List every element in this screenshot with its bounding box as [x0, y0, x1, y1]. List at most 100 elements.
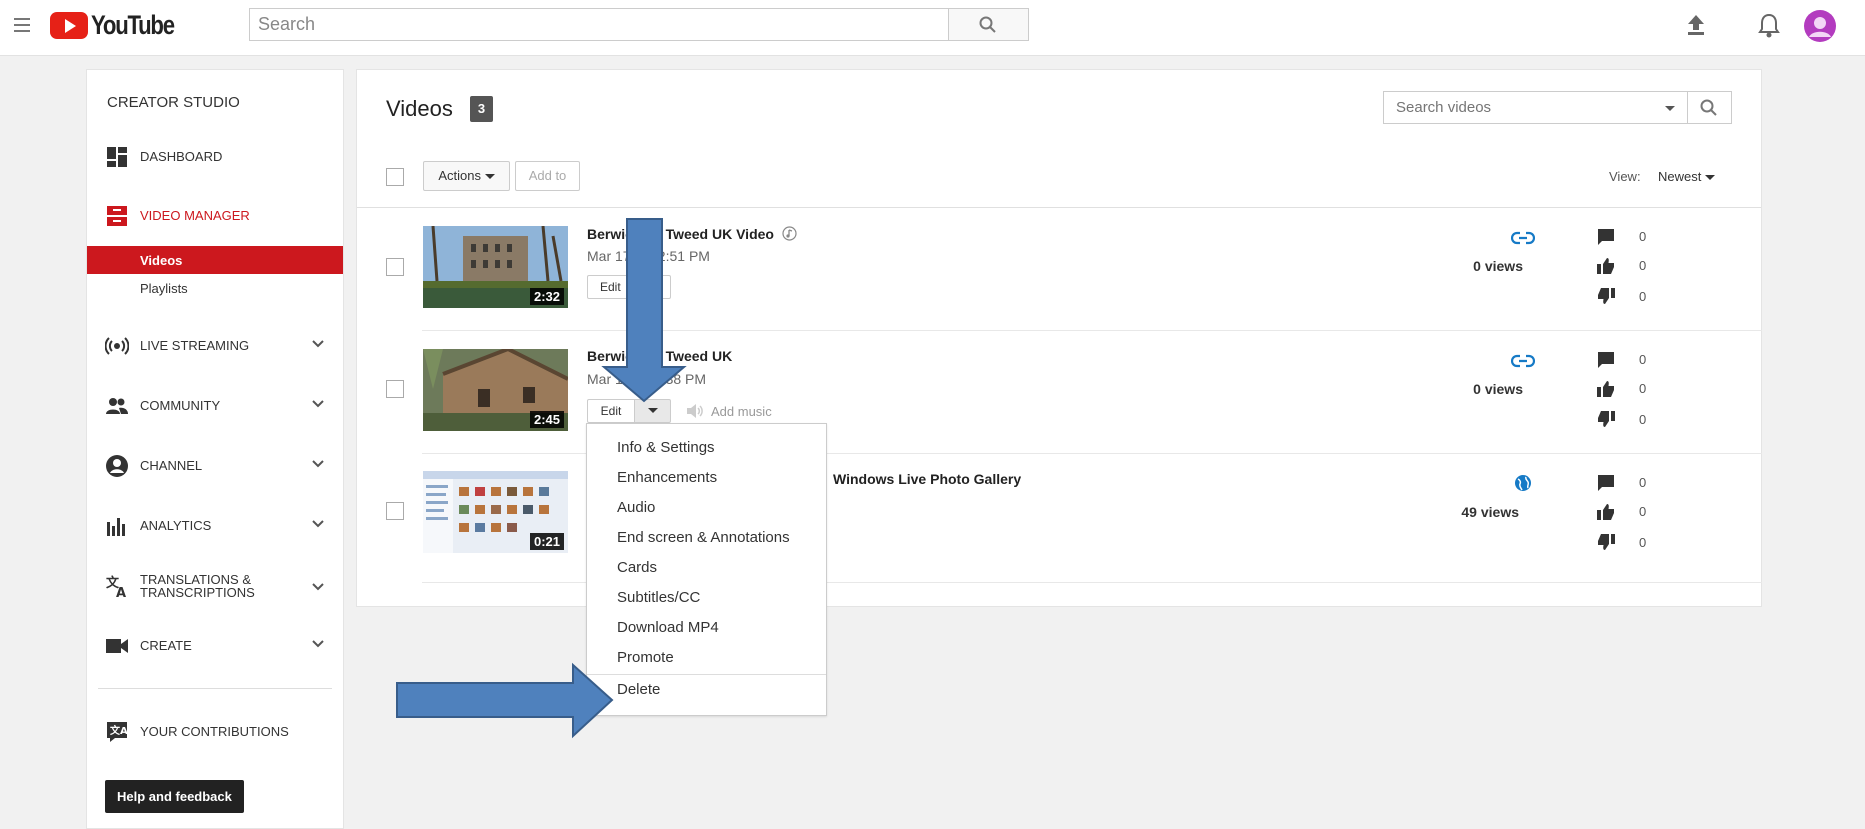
menu-icon[interactable] — [14, 18, 30, 34]
video-title[interactable]: Windows Live Photo Gallery — [833, 471, 1021, 487]
chevron-down-icon[interactable] — [311, 457, 325, 471]
menu-item-info-settings[interactable]: Info & Settings — [617, 439, 715, 456]
caret-down-icon[interactable] — [1664, 105, 1676, 113]
translate-icon: 文A — [106, 575, 126, 598]
search-videos-input[interactable] — [1384, 92, 1678, 122]
caret-down-icon — [648, 408, 658, 413]
sidebar-item-your-contributions[interactable]: 文A YOUR CONTRIBUTIONS — [87, 716, 343, 746]
right-arrow-annotation — [396, 662, 614, 739]
view-label: View: — [1609, 169, 1641, 184]
thumbs-down-icon — [1598, 411, 1615, 427]
search-videos-box — [1383, 91, 1732, 124]
thumbs-up-icon — [1597, 504, 1614, 520]
dashboard-icon — [107, 147, 127, 167]
sidebar-item-analytics[interactable]: ANALYTICS — [87, 510, 343, 540]
actions-button[interactable]: Actions — [423, 161, 510, 191]
chevron-down-icon[interactable] — [311, 580, 325, 594]
menu-item-cards[interactable]: Cards — [617, 559, 657, 576]
likes-count: 0 — [1639, 504, 1647, 519]
youtube-logo-icon[interactable] — [50, 12, 88, 39]
svg-text:文A: 文A — [110, 724, 128, 737]
thumbs-down-icon — [1598, 288, 1615, 304]
youtube-logo-text[interactable]: YouTube — [91, 10, 175, 41]
menu-item-download-mp4[interactable]: Download MP4 — [617, 619, 719, 636]
sidebar-item-video-manager[interactable]: VIDEO MANAGER — [87, 200, 343, 230]
caret-down-icon — [484, 174, 495, 179]
sidebar-label-dashboard: DASHBOARD — [140, 149, 223, 164]
sidebar-label-video-manager: VIDEO MANAGER — [140, 208, 250, 223]
edit-button[interactable]: Edit — [587, 275, 671, 299]
chevron-down-icon[interactable] — [311, 337, 325, 351]
menu-item-audio[interactable]: Audio — [617, 499, 655, 516]
sidebar-label-videos: Videos — [140, 253, 183, 268]
video-views: 0 views — [1473, 258, 1523, 274]
video-title[interactable]: Berwic on Tweed UK Video — [587, 226, 797, 242]
search-icon — [979, 16, 996, 33]
channel-icon — [106, 455, 128, 477]
video-title[interactable]: Berwic on Tweed UK — [587, 348, 732, 364]
video-thumbnail[interactable]: 2:45 — [423, 349, 568, 431]
help-and-feedback-button[interactable]: Help and feedback — [105, 780, 244, 813]
menu-item-end-screen[interactable]: End screen & Annotations — [617, 529, 790, 546]
sidebar-item-create[interactable]: CREATE — [87, 630, 343, 660]
link-icon — [1511, 231, 1535, 245]
menu-item-enhancements[interactable]: Enhancements — [617, 469, 717, 486]
sidebar-item-translations[interactable]: 文A TRANSLATIONS & TRANSCRIPTIONS — [87, 570, 343, 606]
video-duration: 0:21 — [529, 533, 564, 550]
sidebar-item-dashboard[interactable]: DASHBOARD — [87, 141, 343, 171]
notifications-bell-icon[interactable] — [1758, 12, 1780, 38]
sidebar-divider — [98, 688, 332, 689]
thumbs-down-icon — [1598, 534, 1615, 550]
menu-divider — [587, 674, 826, 675]
sidebar-label-community: COMMUNITY — [140, 398, 221, 413]
thumbs-up-icon — [1597, 258, 1614, 274]
caret-down-icon — [1704, 175, 1715, 180]
sidebar-label-analytics: ANALYTICS — [140, 518, 212, 533]
add-music-link[interactable]: Add music — [711, 404, 772, 419]
sidebar-item-live-streaming[interactable]: LIVE STREAMING — [87, 330, 343, 360]
svg-text:A: A — [116, 586, 126, 598]
sort-value: Newest — [1658, 169, 1702, 184]
likes-count: 0 — [1639, 381, 1647, 396]
comments-count: 0 — [1639, 475, 1647, 490]
actions-label: Actions — [438, 168, 481, 183]
menu-item-delete[interactable]: Delete — [617, 681, 660, 698]
video-views: 0 views — [1473, 381, 1523, 397]
sidebar-item-channel[interactable]: CHANNEL — [87, 450, 343, 480]
header-divider — [357, 207, 1761, 208]
music-note-icon — [782, 226, 797, 241]
add-to-button[interactable]: Add to — [515, 161, 580, 191]
search-icon[interactable] — [1700, 99, 1718, 117]
upload-icon[interactable] — [1685, 13, 1707, 37]
sidebar-item-community[interactable]: COMMUNITY — [87, 390, 343, 420]
comments-count: 0 — [1639, 352, 1647, 367]
video-checkbox[interactable] — [386, 380, 404, 398]
search-input[interactable] — [250, 9, 946, 39]
sidebar-label-your-contributions: YOUR CONTRIBUTIONS — [140, 724, 289, 739]
sidebar-item-videos[interactable]: Videos — [87, 246, 343, 274]
sort-dropdown[interactable]: Newest — [1658, 169, 1715, 184]
chevron-down-icon[interactable] — [311, 397, 325, 411]
link-icon — [1511, 354, 1535, 368]
search-button[interactable] — [949, 8, 1029, 41]
menu-item-subtitles[interactable]: Subtitles/CC — [617, 589, 700, 606]
globe-icon — [1515, 475, 1531, 491]
edit-button[interactable]: Edit — [587, 399, 635, 423]
sidebar-item-playlists[interactable]: Playlists — [87, 274, 343, 302]
chevron-down-icon[interactable] — [311, 637, 325, 651]
edit-dropdown-button[interactable] — [634, 399, 671, 423]
edit-dropdown-menu: Info & Settings Enhancements Audio End s… — [586, 423, 827, 716]
video-thumbnail[interactable]: 0:21 — [423, 471, 568, 553]
avatar[interactable] — [1804, 10, 1836, 42]
menu-item-promote[interactable]: Promote — [617, 649, 674, 666]
select-all-checkbox[interactable] — [386, 168, 404, 186]
translations-line2: TRANSCRIPTIONS — [140, 585, 255, 600]
chevron-down-icon[interactable] — [311, 517, 325, 531]
video-checkbox[interactable] — [386, 258, 404, 276]
video-thumbnail[interactable]: 2:32 — [423, 226, 568, 308]
sidebar-label-playlists: Playlists — [140, 281, 188, 296]
row-divider — [422, 330, 1762, 331]
sidebar: CREATOR STUDIO DASHBOARD VIDEO MANAGER V… — [86, 69, 344, 829]
video-checkbox[interactable] — [386, 502, 404, 520]
video-manager-panel: Videos 3 Actions Add to View: Newest 2:3… — [356, 69, 1762, 607]
